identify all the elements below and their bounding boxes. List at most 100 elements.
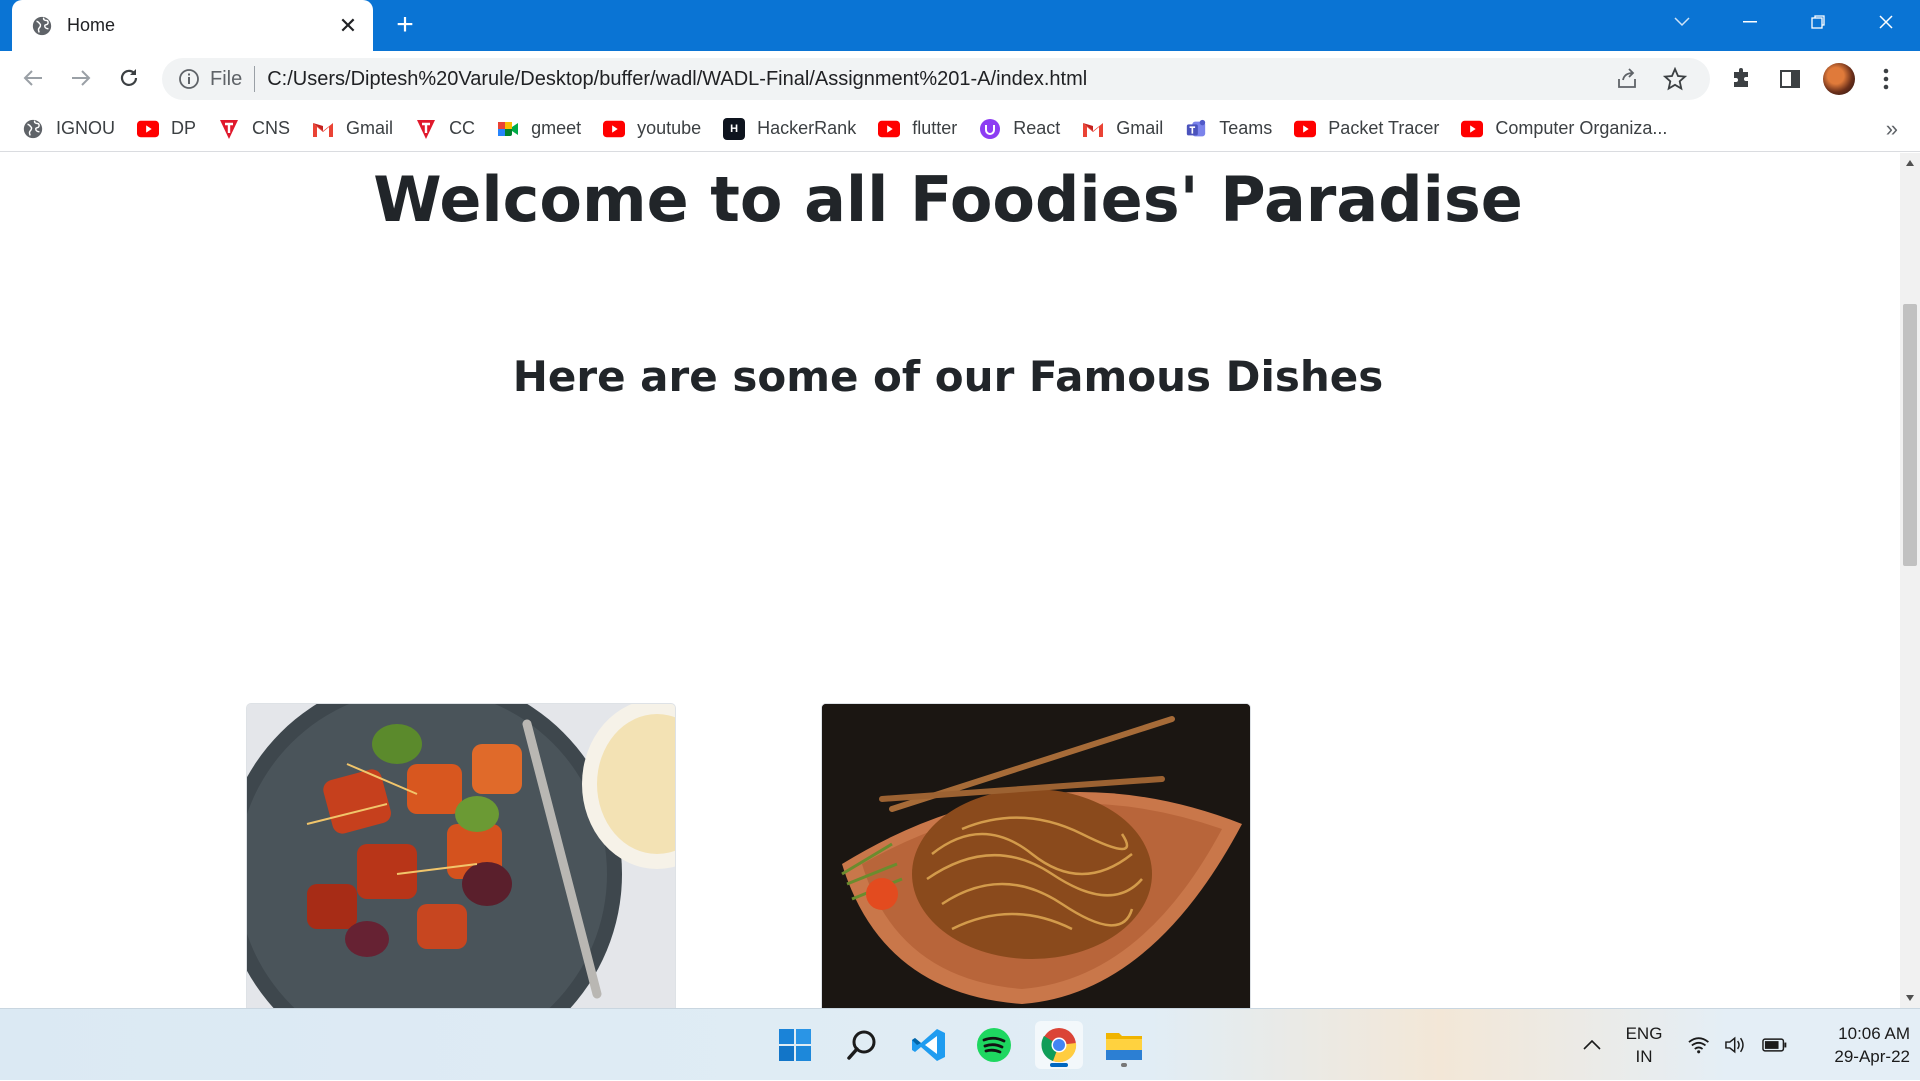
dish-card[interactable] xyxy=(821,703,1251,1008)
bookmark-label: Teams xyxy=(1219,118,1273,138)
language-line2: IN xyxy=(1635,1047,1653,1066)
address-bar[interactable]: File C:/Users/Diptesh%20Varule/Desktop/b… xyxy=(162,58,1710,100)
vscode-icon[interactable] xyxy=(905,1021,953,1069)
volume-icon xyxy=(1725,1036,1745,1054)
window-controls xyxy=(1648,0,1920,44)
clock-date: 29-Apr-22 xyxy=(1834,1047,1910,1066)
globe-icon xyxy=(32,16,52,35)
restore-icon xyxy=(1811,15,1825,29)
reload-button[interactable] xyxy=(112,61,146,95)
tray-overflow-chevron[interactable] xyxy=(1577,1009,1607,1081)
hackerrank-icon: H xyxy=(723,117,746,140)
bookmark-react[interactable]: React xyxy=(979,118,1060,140)
chrome-icon[interactable] xyxy=(1035,1021,1083,1069)
t-icon xyxy=(415,118,437,140)
restore-button[interactable] xyxy=(1784,0,1852,44)
active-indicator xyxy=(1050,1063,1068,1067)
language-indicator[interactable]: ENG IN xyxy=(1622,1009,1666,1081)
back-button[interactable] xyxy=(16,61,50,95)
info-icon[interactable] xyxy=(178,68,200,90)
bookmark-label: Computer Organiza... xyxy=(1495,118,1668,138)
paneer-chilli-photo xyxy=(247,704,675,1008)
scrollbar-thumb[interactable] xyxy=(1903,304,1917,566)
bookmark-gmail[interactable]: Gmail xyxy=(312,118,393,140)
language-line1: ENG xyxy=(1625,1024,1663,1043)
bookmark-label: youtube xyxy=(637,118,702,138)
scroll-up-icon[interactable] xyxy=(1900,153,1920,173)
clock[interactable]: 10:06 AM 29-Apr-22 xyxy=(1800,1009,1910,1081)
menu-kebab-icon[interactable] xyxy=(1872,65,1900,93)
star-icon[interactable] xyxy=(1662,66,1688,92)
extensions-icon[interactable] xyxy=(1728,65,1756,93)
bookmark-ignou[interactable]: IGNOU xyxy=(22,118,115,140)
url-text[interactable]: C:/Users/Diptesh%20Varule/Desktop/buffer… xyxy=(267,68,1614,91)
bookmark-teams[interactable]: Teams xyxy=(1185,118,1272,140)
chevron-up-icon xyxy=(1583,1040,1601,1050)
bookmark-computer-organiza[interactable]: Computer Organiza... xyxy=(1461,118,1667,140)
hakka-noodles-photo xyxy=(822,704,1250,1008)
close-window-button[interactable] xyxy=(1852,0,1920,44)
close-icon[interactable]: ✕ xyxy=(334,12,362,40)
youtube-icon xyxy=(878,118,901,140)
youtube-icon xyxy=(137,118,160,140)
omnibox-divider xyxy=(254,66,256,92)
bookmark-cc[interactable]: CC xyxy=(415,118,475,140)
youtube-icon xyxy=(603,118,626,140)
bookmark-label: IGNOU xyxy=(56,118,116,138)
chevron-down-icon xyxy=(1674,17,1690,27)
arrow-right-icon xyxy=(72,70,91,86)
bookmark-packet-tracer[interactable]: Packet Tracer xyxy=(1294,118,1439,140)
bookmark-gmail[interactable]: Gmail xyxy=(1082,118,1163,140)
react-icon xyxy=(979,118,1001,140)
new-tab-button[interactable]: + xyxy=(390,10,420,41)
bookmark-label: HackerRank xyxy=(757,118,857,138)
share-icon[interactable] xyxy=(1614,66,1640,92)
tab-home[interactable]: Home ✕ xyxy=(12,0,373,51)
clock-time: 10:06 AM xyxy=(1838,1024,1910,1043)
bookmark-label: flutter xyxy=(912,118,958,138)
bookmark-label: DP xyxy=(171,118,197,138)
bookmarks-overflow-button[interactable]: » xyxy=(1886,116,1898,142)
minimize-button[interactable] xyxy=(1716,0,1784,44)
minimize-icon xyxy=(1743,21,1757,23)
bookmark-label: CC xyxy=(449,118,476,138)
close-icon xyxy=(1879,15,1893,29)
globe-icon xyxy=(22,118,44,140)
bookmark-label: React xyxy=(1013,118,1061,138)
t-icon xyxy=(218,118,240,140)
page-scrollbar[interactable] xyxy=(1900,153,1920,1008)
spotify-icon[interactable] xyxy=(970,1021,1018,1069)
youtube-icon xyxy=(1294,118,1317,140)
profile-avatar[interactable] xyxy=(1823,63,1855,95)
windows-start-icon[interactable] xyxy=(771,1021,819,1069)
page-content: Welcome to all Foodies' Paradise Here ar… xyxy=(0,153,1900,1008)
bookmark-label: Packet Tracer xyxy=(1328,118,1440,138)
wifi-icon xyxy=(1688,1037,1709,1054)
title-start: Welcome to all xyxy=(373,163,910,236)
windows-taskbar: ENG IN 10:06 AM 29-Apr-22 xyxy=(0,1008,1920,1080)
bookmark-hackerrank[interactable]: H HackerRank xyxy=(723,117,857,140)
bookmark-cns[interactable]: CNS xyxy=(218,118,290,140)
forward-button[interactable] xyxy=(64,61,98,95)
reload-icon xyxy=(120,69,138,86)
bookmark-gmeet[interactable]: gmeet xyxy=(497,118,581,140)
tab-search-button[interactable] xyxy=(1648,0,1716,44)
scroll-down-icon[interactable] xyxy=(1900,988,1920,1008)
bookmarks-bar: IGNOU DP CNS Gmail CC gmeet youtube H HackerRank… xyxy=(0,106,1920,152)
page-title: Welcome to all Foodies' Paradise xyxy=(0,163,1896,236)
arrow-left-icon xyxy=(23,70,42,86)
file-explorer-icon[interactable] xyxy=(1100,1021,1148,1069)
teams-icon xyxy=(1185,118,1207,140)
search-icon[interactable] xyxy=(838,1021,886,1069)
bookmark-youtube[interactable]: youtube xyxy=(603,118,701,140)
dish-card[interactable] xyxy=(246,703,676,1008)
side-panel-icon[interactable] xyxy=(1776,65,1804,93)
title-bold: Foodies' xyxy=(910,163,1199,236)
page-subtitle: Here are some of our Famous Dishes xyxy=(512,352,1384,401)
scheme-label: File xyxy=(210,67,243,90)
gmail-icon xyxy=(312,118,334,140)
bookmark-dp[interactable]: DP xyxy=(137,118,196,140)
running-indicator xyxy=(1121,1063,1127,1067)
bookmark-flutter[interactable]: flutter xyxy=(878,118,957,140)
system-tray-icons[interactable] xyxy=(1687,1009,1787,1081)
